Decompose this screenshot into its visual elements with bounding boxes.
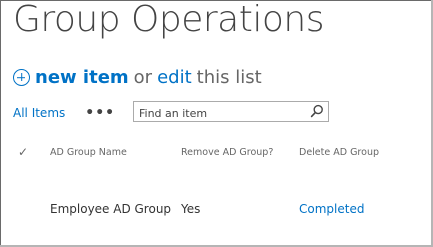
column-header-delete-ad-group[interactable]: Delete AD Group: [299, 147, 379, 158]
add-circle-icon[interactable]: [13, 69, 30, 86]
more-options-icon[interactable]: •••: [85, 105, 115, 121]
all-items-view-link[interactable]: All Items: [13, 106, 65, 120]
search-icon[interactable]: [310, 104, 324, 118]
command-line: new item or edit this list: [13, 67, 267, 88]
list-page: Group Operations new item or edit this l…: [0, 0, 433, 247]
this-list-text: this list: [196, 67, 262, 88]
new-item-link[interactable]: new item: [35, 67, 129, 88]
select-all-check-icon[interactable]: ✓: [18, 145, 28, 159]
table-header: ✓ AD Group Name Remove AD Group? Delete …: [1, 139, 432, 165]
column-header-remove-ad-group[interactable]: Remove AD Group?: [181, 147, 273, 158]
search-input[interactable]: [134, 104, 299, 123]
column-header-ad-group-name[interactable]: AD Group Name: [50, 147, 127, 158]
table-row[interactable]: Employee AD Group Yes Completed: [1, 197, 432, 223]
page-title: Group Operations: [13, 0, 324, 40]
cell-ad-group-name: Employee AD Group: [50, 202, 172, 216]
cell-remove-ad-group: Yes: [181, 202, 201, 216]
view-bar: All Items •••: [13, 101, 329, 125]
edit-list-link[interactable]: edit: [157, 67, 192, 88]
cell-delete-ad-group-link[interactable]: Completed: [299, 202, 364, 216]
search-box: [133, 101, 329, 123]
or-text: or: [133, 67, 153, 88]
